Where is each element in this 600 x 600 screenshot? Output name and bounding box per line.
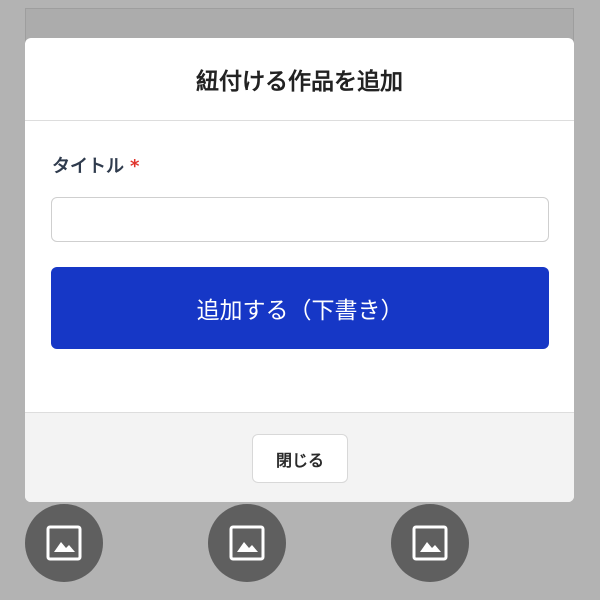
- work-thumbnail-1[interactable]: [25, 504, 103, 582]
- image-placeholder-icon: [229, 525, 265, 561]
- modal-footer: 閉じる: [25, 412, 574, 502]
- title-field-label: タイトル *: [52, 152, 139, 178]
- add-work-modal: 紐付ける作品を追加 タイトル * 追加する（下書き） 閉じる: [25, 38, 574, 502]
- work-thumbnail-3[interactable]: [391, 504, 469, 582]
- close-button[interactable]: 閉じる: [252, 434, 348, 483]
- required-mark: *: [130, 156, 140, 177]
- modal-title: 紐付ける作品を追加: [196, 69, 403, 95]
- modal-header: 紐付ける作品を追加: [25, 38, 574, 121]
- title-label-text: タイトル: [52, 156, 124, 177]
- title-input[interactable]: [51, 197, 549, 242]
- work-thumbnail-2[interactable]: [208, 504, 286, 582]
- add-draft-button[interactable]: 追加する（下書き）: [51, 267, 549, 349]
- image-placeholder-icon: [412, 525, 448, 561]
- image-placeholder-icon: [46, 525, 82, 561]
